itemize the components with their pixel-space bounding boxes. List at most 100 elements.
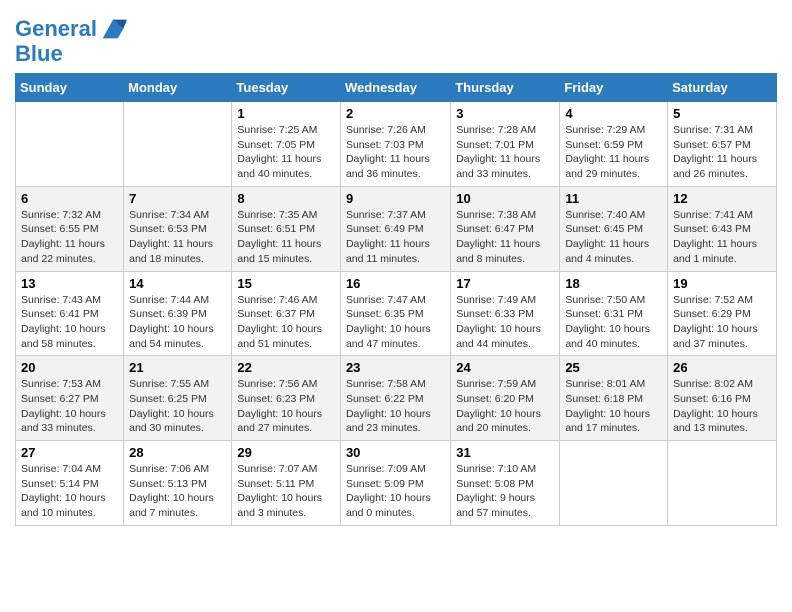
day-info: Sunrise: 7:55 AM Sunset: 6:25 PM Dayligh…: [129, 377, 226, 436]
day-number: 14: [129, 276, 226, 291]
calendar-cell: 23 Sunrise: 7:58 AM Sunset: 6:22 PM Dayli…: [340, 356, 450, 441]
day-info: Sunrise: 7:37 AM Sunset: 6:49 PM Dayligh…: [346, 208, 445, 267]
day-number: 29: [237, 445, 335, 460]
day-number: 18: [565, 276, 662, 291]
day-number: 12: [673, 191, 771, 206]
day-info: Sunrise: 7:09 AM Sunset: 5:09 PM Dayligh…: [346, 462, 445, 521]
day-info: Sunrise: 7:52 AM Sunset: 6:29 PM Dayligh…: [673, 293, 771, 352]
day-number: 15: [237, 276, 335, 291]
calendar-cell: [16, 102, 124, 187]
day-info: Sunrise: 7:50 AM Sunset: 6:31 PM Dayligh…: [565, 293, 662, 352]
day-number: 25: [565, 360, 662, 375]
column-header-sunday: Sunday: [16, 74, 124, 102]
calendar-cell: [668, 441, 777, 526]
column-header-wednesday: Wednesday: [340, 74, 450, 102]
calendar-cell: 27 Sunrise: 7:04 AM Sunset: 5:14 PM Dayli…: [16, 441, 124, 526]
day-number: 4: [565, 106, 662, 121]
week-row: 6Sunrise: 7:32 AM Sunset: 6:55 PM Daylig…: [16, 186, 777, 271]
day-info: Sunrise: 8:01 AM Sunset: 6:18 PM Dayligh…: [565, 377, 662, 436]
calendar-cell: [124, 102, 232, 187]
column-header-thursday: Thursday: [451, 74, 560, 102]
calendar-cell: 25 Sunrise: 8:01 AM Sunset: 6:18 PM Dayli…: [560, 356, 668, 441]
logo-icon: [99, 15, 127, 43]
day-number: 3: [456, 106, 554, 121]
day-info: Sunrise: 7:56 AM Sunset: 6:23 PM Dayligh…: [237, 377, 335, 436]
day-info: Sunrise: 7:29 AM Sunset: 6:59 PM Dayligh…: [565, 123, 662, 182]
day-number: 9: [346, 191, 445, 206]
day-number: 19: [673, 276, 771, 291]
day-info: Sunrise: 7:38 AM Sunset: 6:47 PM Dayligh…: [456, 208, 554, 267]
day-number: 6: [21, 191, 118, 206]
week-row: 20 Sunrise: 7:53 AM Sunset: 6:27 PM Dayli…: [16, 356, 777, 441]
calendar-cell: 16Sunrise: 7:47 AM Sunset: 6:35 PM Dayli…: [340, 271, 450, 356]
calendar-cell: 30Sunrise: 7:09 AM Sunset: 5:09 PM Dayli…: [340, 441, 450, 526]
calendar-cell: 24 Sunrise: 7:59 AM Sunset: 6:20 PM Dayli…: [451, 356, 560, 441]
day-number: 20: [21, 360, 118, 375]
day-info: Sunrise: 7:06 AM Sunset: 5:13 PM Dayligh…: [129, 462, 226, 521]
page: General Blue SundayMondayTuesdayWednesda…: [0, 0, 792, 541]
day-number: 5: [673, 106, 771, 121]
day-number: 7: [129, 191, 226, 206]
day-number: 22: [237, 360, 335, 375]
column-header-saturday: Saturday: [668, 74, 777, 102]
calendar-cell: 2Sunrise: 7:26 AM Sunset: 7:03 PM Daylig…: [340, 102, 450, 187]
calendar-cell: 4 Sunrise: 7:29 AM Sunset: 6:59 PM Daylig…: [560, 102, 668, 187]
calendar-cell: 17 Sunrise: 7:49 AM Sunset: 6:33 PM Dayli…: [451, 271, 560, 356]
calendar-cell: 3Sunrise: 7:28 AM Sunset: 7:01 PM Daylig…: [451, 102, 560, 187]
calendar-cell: 15 Sunrise: 7:46 AM Sunset: 6:37 PM Dayli…: [232, 271, 341, 356]
logo: General Blue: [15, 15, 127, 65]
day-number: 21: [129, 360, 226, 375]
day-info: Sunrise: 7:25 AM Sunset: 7:05 PM Dayligh…: [237, 123, 335, 182]
calendar-cell: 29 Sunrise: 7:07 AM Sunset: 5:11 PM Dayli…: [232, 441, 341, 526]
day-info: Sunrise: 7:31 AM Sunset: 6:57 PM Dayligh…: [673, 123, 771, 182]
day-info: Sunrise: 7:53 AM Sunset: 6:27 PM Dayligh…: [21, 377, 118, 436]
calendar-cell: 21 Sunrise: 7:55 AM Sunset: 6:25 PM Dayli…: [124, 356, 232, 441]
day-number: 31: [456, 445, 554, 460]
day-info: Sunrise: 7:49 AM Sunset: 6:33 PM Dayligh…: [456, 293, 554, 352]
logo-text: General: [15, 18, 97, 40]
day-info: Sunrise: 8:02 AM Sunset: 6:16 PM Dayligh…: [673, 377, 771, 436]
calendar-cell: [560, 441, 668, 526]
day-info: Sunrise: 7:34 AM Sunset: 6:53 PM Dayligh…: [129, 208, 226, 267]
header: General Blue: [15, 10, 777, 65]
calendar-cell: 9 Sunrise: 7:37 AM Sunset: 6:49 PM Daylig…: [340, 186, 450, 271]
calendar-table: SundayMondayTuesdayWednesdayThursdayFrid…: [15, 73, 777, 526]
column-header-monday: Monday: [124, 74, 232, 102]
column-header-friday: Friday: [560, 74, 668, 102]
calendar-cell: 13 Sunrise: 7:43 AM Sunset: 6:41 PM Dayli…: [16, 271, 124, 356]
day-number: 23: [346, 360, 445, 375]
calendar-cell: 8Sunrise: 7:35 AM Sunset: 6:51 PM Daylig…: [232, 186, 341, 271]
day-number: 13: [21, 276, 118, 291]
calendar-cell: 12 Sunrise: 7:41 AM Sunset: 6:43 PM Dayli…: [668, 186, 777, 271]
calendar-cell: 22 Sunrise: 7:56 AM Sunset: 6:23 PM Dayli…: [232, 356, 341, 441]
day-info: Sunrise: 7:44 AM Sunset: 6:39 PM Dayligh…: [129, 293, 226, 352]
day-info: Sunrise: 7:04 AM Sunset: 5:14 PM Dayligh…: [21, 462, 118, 521]
day-info: Sunrise: 7:10 AM Sunset: 5:08 PM Dayligh…: [456, 462, 554, 521]
calendar-cell: 26 Sunrise: 8:02 AM Sunset: 6:16 PM Dayli…: [668, 356, 777, 441]
week-row: 13 Sunrise: 7:43 AM Sunset: 6:41 PM Dayli…: [16, 271, 777, 356]
day-info: Sunrise: 7:59 AM Sunset: 6:20 PM Dayligh…: [456, 377, 554, 436]
day-info: Sunrise: 7:07 AM Sunset: 5:11 PM Dayligh…: [237, 462, 335, 521]
day-number: 1: [237, 106, 335, 121]
day-info: Sunrise: 7:58 AM Sunset: 6:22 PM Dayligh…: [346, 377, 445, 436]
week-row: 27 Sunrise: 7:04 AM Sunset: 5:14 PM Dayli…: [16, 441, 777, 526]
calendar-cell: 6Sunrise: 7:32 AM Sunset: 6:55 PM Daylig…: [16, 186, 124, 271]
day-info: Sunrise: 7:46 AM Sunset: 6:37 PM Dayligh…: [237, 293, 335, 352]
week-row: 1 Sunrise: 7:25 AM Sunset: 7:05 PM Daylig…: [16, 102, 777, 187]
calendar-cell: 19 Sunrise: 7:52 AM Sunset: 6:29 PM Dayli…: [668, 271, 777, 356]
day-number: 2: [346, 106, 445, 121]
calendar-cell: 7 Sunrise: 7:34 AM Sunset: 6:53 PM Daylig…: [124, 186, 232, 271]
calendar-cell: 18 Sunrise: 7:50 AM Sunset: 6:31 PM Dayli…: [560, 271, 668, 356]
day-info: Sunrise: 7:35 AM Sunset: 6:51 PM Dayligh…: [237, 208, 335, 267]
day-number: 24: [456, 360, 554, 375]
day-number: 17: [456, 276, 554, 291]
day-number: 27: [21, 445, 118, 460]
calendar-cell: 1 Sunrise: 7:25 AM Sunset: 7:05 PM Daylig…: [232, 102, 341, 187]
calendar-cell: 28Sunrise: 7:06 AM Sunset: 5:13 PM Dayli…: [124, 441, 232, 526]
day-number: 26: [673, 360, 771, 375]
calendar-cell: 10Sunrise: 7:38 AM Sunset: 6:47 PM Dayli…: [451, 186, 560, 271]
day-info: Sunrise: 7:40 AM Sunset: 6:45 PM Dayligh…: [565, 208, 662, 267]
day-info: Sunrise: 7:41 AM Sunset: 6:43 PM Dayligh…: [673, 208, 771, 267]
calendar-cell: 20 Sunrise: 7:53 AM Sunset: 6:27 PM Dayli…: [16, 356, 124, 441]
day-info: Sunrise: 7:43 AM Sunset: 6:41 PM Dayligh…: [21, 293, 118, 352]
